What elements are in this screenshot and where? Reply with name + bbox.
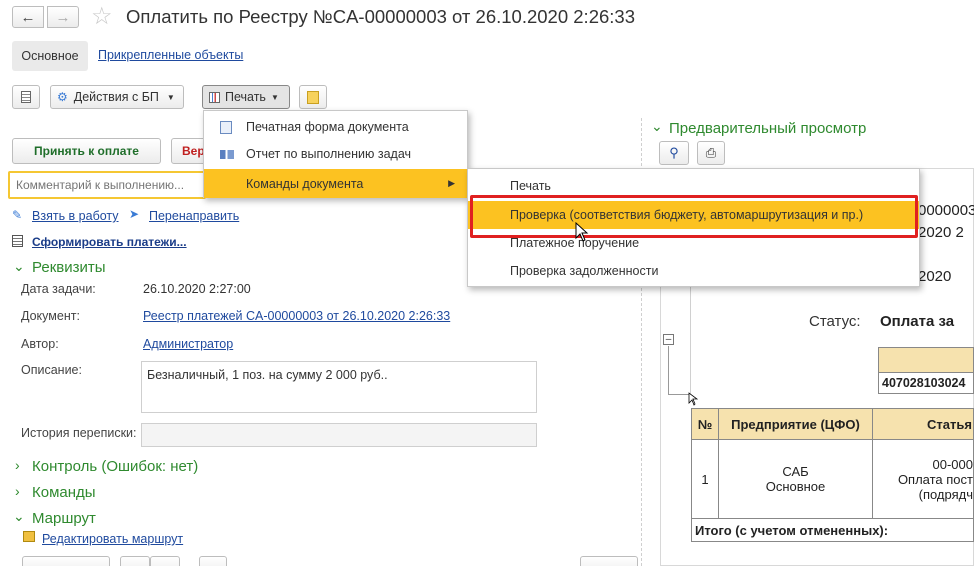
take-to-work-link[interactable]: Взять в работу [32,209,119,223]
account-header-cell [878,347,974,373]
table-total-row: Итого (с учетом отмененных): [691,518,974,542]
form-payments-link[interactable]: Сформировать платежи... [32,235,187,249]
group-line [668,346,669,394]
printer-icon: ⎙ [705,145,717,160]
table-header-article: Статья [872,408,974,440]
table-row-article-line1: 00-000 [932,456,973,472]
table-row-article-line2: Оплата пост [897,471,973,487]
notes-button[interactable] [299,85,327,109]
commands-header[interactable]: Команды [32,484,96,501]
table-row-org: САБ Основное [718,439,873,519]
bp-actions-button[interactable]: ⚙ Действия с БП ▼ [50,85,184,109]
table-row-article: 00-000 Оплата пост (подрядч [872,439,974,519]
form-payments-icon [12,235,23,247]
take-to-work-icon: ✎ [12,208,23,222]
print-menu-item-doc-form[interactable]: Печатная форма документа [204,114,467,140]
preview-zoom-button[interactable]: ⚲ [659,141,689,165]
table-row-num: 1 [691,439,719,519]
back-button[interactable]: ← [12,6,44,28]
document-label: Документ: [21,309,80,323]
arrow-left-icon: ← [20,8,36,26]
control-chevron-icon[interactable]: › [15,457,20,473]
bottom-button-5[interactable] [580,556,638,566]
table-header-org: Предприятие (ЦФО) [718,408,873,440]
tab-main[interactable]: Основное [12,41,88,71]
preview-status-value: Оплата за [880,313,955,330]
submenu-arrow-icon: ▶ [448,178,455,188]
history-label: История переписки: [21,426,137,440]
preview-print-button[interactable]: ⎙ [697,141,725,165]
route-header[interactable]: Маршрут [32,510,96,527]
table-row-org-line2: Основное [765,479,826,494]
description-label: Описание: [21,363,82,377]
bottom-button-1[interactable] [22,556,110,566]
print-menu-item-label: Отчет по выполнению задач [246,147,412,161]
list-icon [21,91,31,103]
selection-highlight-frame [470,195,918,238]
note-icon [307,90,319,104]
group-line-h [668,394,690,395]
report-icon [220,149,234,159]
bottom-button-3[interactable] [150,556,180,566]
edit-route-link[interactable]: Редактировать маршрут [42,532,183,546]
redirect-link[interactable]: Перенаправить [149,209,239,223]
list-button[interactable] [12,85,40,109]
preview-title[interactable]: Предварительный просмотр [669,120,866,137]
preview-doc-number: 0000003 [918,202,974,219]
author-label: Автор: [21,337,59,351]
table-row-org-line1: САБ [782,464,809,479]
task-date-value: 26.10.2020 2:27:00 [143,282,251,296]
description-field[interactable]: Безналичный, 1 поз. на сумму 2 000 руб.. [141,361,537,413]
window-title: Оплатить по Реестру №CA-00000003 от 26.1… [126,6,635,27]
print-menu-item-label: Печатная форма документа [246,120,409,134]
process-icon: ⚙ [57,90,68,104]
preview-date-2: 2020 [918,268,952,285]
preview-chevron-icon[interactable]: ⌄ [651,118,663,135]
bp-actions-label: Действия с БП [73,90,159,104]
edit-route-icon [23,531,35,542]
mouse-cursor-secondary-icon [688,392,698,406]
bottom-button-2[interactable] [120,556,150,566]
mouse-cursor-icon [575,222,589,242]
table-header-num: № [691,408,719,440]
document-link[interactable]: Реестр платежей CA-00000003 от 26.10.202… [143,309,450,323]
route-chevron-icon[interactable]: ⌄ [13,508,25,525]
task-date-label: Дата задачи: [21,282,96,296]
submenu-item-label: Печать [510,179,551,193]
preview-date-1: 2020 2 [918,224,964,241]
print-menu-item-doc-commands[interactable]: Команды документа ▶ [204,169,467,198]
comment-input[interactable] [8,171,206,199]
favorite-star-icon[interactable]: ☆ [91,2,113,31]
author-link[interactable]: Администратор [143,337,233,351]
requisites-chevron-icon[interactable]: ⌄ [13,258,25,275]
print-button[interactable]: Печать ▼ [202,85,290,109]
control-header[interactable]: Контроль (Ошибок: нет) [32,458,198,475]
arrow-right-icon: → [55,8,71,26]
dropdown-arrow-icon: ▼ [166,92,175,102]
commands-chevron-icon[interactable]: › [15,483,20,499]
print-label: Печать [225,90,266,104]
document-icon [220,120,232,134]
preview-status-label: Статус: [809,313,861,330]
table-row-article-line3: (подрядч [918,486,973,502]
bottom-button-4[interactable] [199,556,227,566]
submenu-item-label: Проверка задолженности [510,264,659,278]
collapse-group-icon[interactable]: – [663,334,674,345]
print-menu-item-tasks-report[interactable]: Отчет по выполнению задач [204,141,467,167]
forward-button[interactable]: → [47,6,79,28]
dropdown-arrow-icon: ▼ [270,92,279,102]
tab-attached-objects[interactable]: Прикрепленные объекты [98,48,243,62]
print-menu: Печатная форма документа Отчет по выполн… [203,110,468,198]
print-menu-item-label: Команды документа [246,176,364,191]
submenu-item-check-debt[interactable]: Проверка задолженности [468,258,919,284]
accept-payment-button[interactable]: Принять к оплате [12,138,161,164]
chart-icon [209,91,220,103]
redirect-icon: ➤ [129,207,140,221]
magnifier-icon: ⚲ [669,145,679,160]
account-cell: 407028103024 [878,372,974,394]
history-field[interactable] [141,423,537,447]
requisites-header[interactable]: Реквизиты [32,259,106,276]
